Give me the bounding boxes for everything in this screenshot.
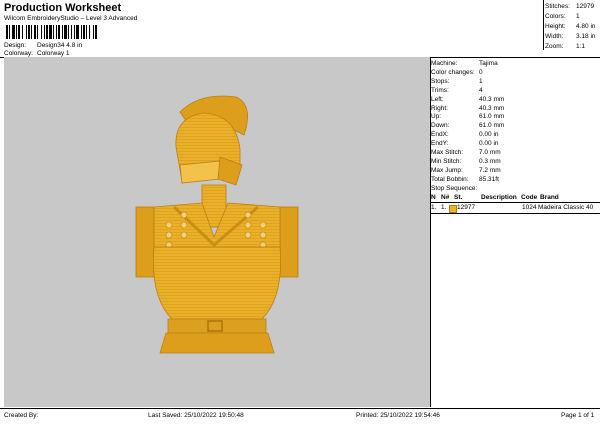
- stop-sequence-heading: Stop Sequence:: [431, 185, 478, 192]
- col-description: Description: [481, 194, 517, 201]
- colorway-label: Colorway:: [4, 50, 33, 57]
- col-brand: Brand: [540, 194, 559, 201]
- thread-color-swatch: [449, 205, 457, 213]
- footer-rule: [0, 408, 600, 409]
- col-nnum: N#: [441, 194, 450, 201]
- design-value: Design34 4.8 in: [37, 42, 83, 49]
- stop-header-rule: [431, 202, 600, 203]
- armor-embroidery-image: [135, 95, 299, 354]
- design-preview: [4, 57, 430, 407]
- software-subtitle: Wilcom EmbroideryStudio – Level 3 Advanc…: [4, 15, 138, 22]
- last-saved: Last Saved: 25/10/2022 19:50:48: [148, 412, 244, 419]
- colorway-value: Colorway 1: [37, 50, 70, 57]
- page-number: Page 1 of 1: [561, 412, 595, 419]
- stop-row: 1. 1. 12977 1024 Madeira Classic 40: [431, 204, 594, 213]
- stats-divider: [543, 0, 544, 50]
- col-st: St.: [454, 194, 463, 201]
- design-label: Design:: [4, 42, 27, 49]
- barcode: [6, 25, 126, 39]
- stop-row-rule: [431, 213, 600, 214]
- printed-date: Printed: 25/10/2022 19:54:46: [356, 412, 440, 419]
- col-n: N: [431, 194, 436, 201]
- created-by: Created By:: [4, 412, 39, 419]
- page-title: Production Worksheet: [4, 2, 122, 14]
- col-code: Code: [521, 194, 538, 201]
